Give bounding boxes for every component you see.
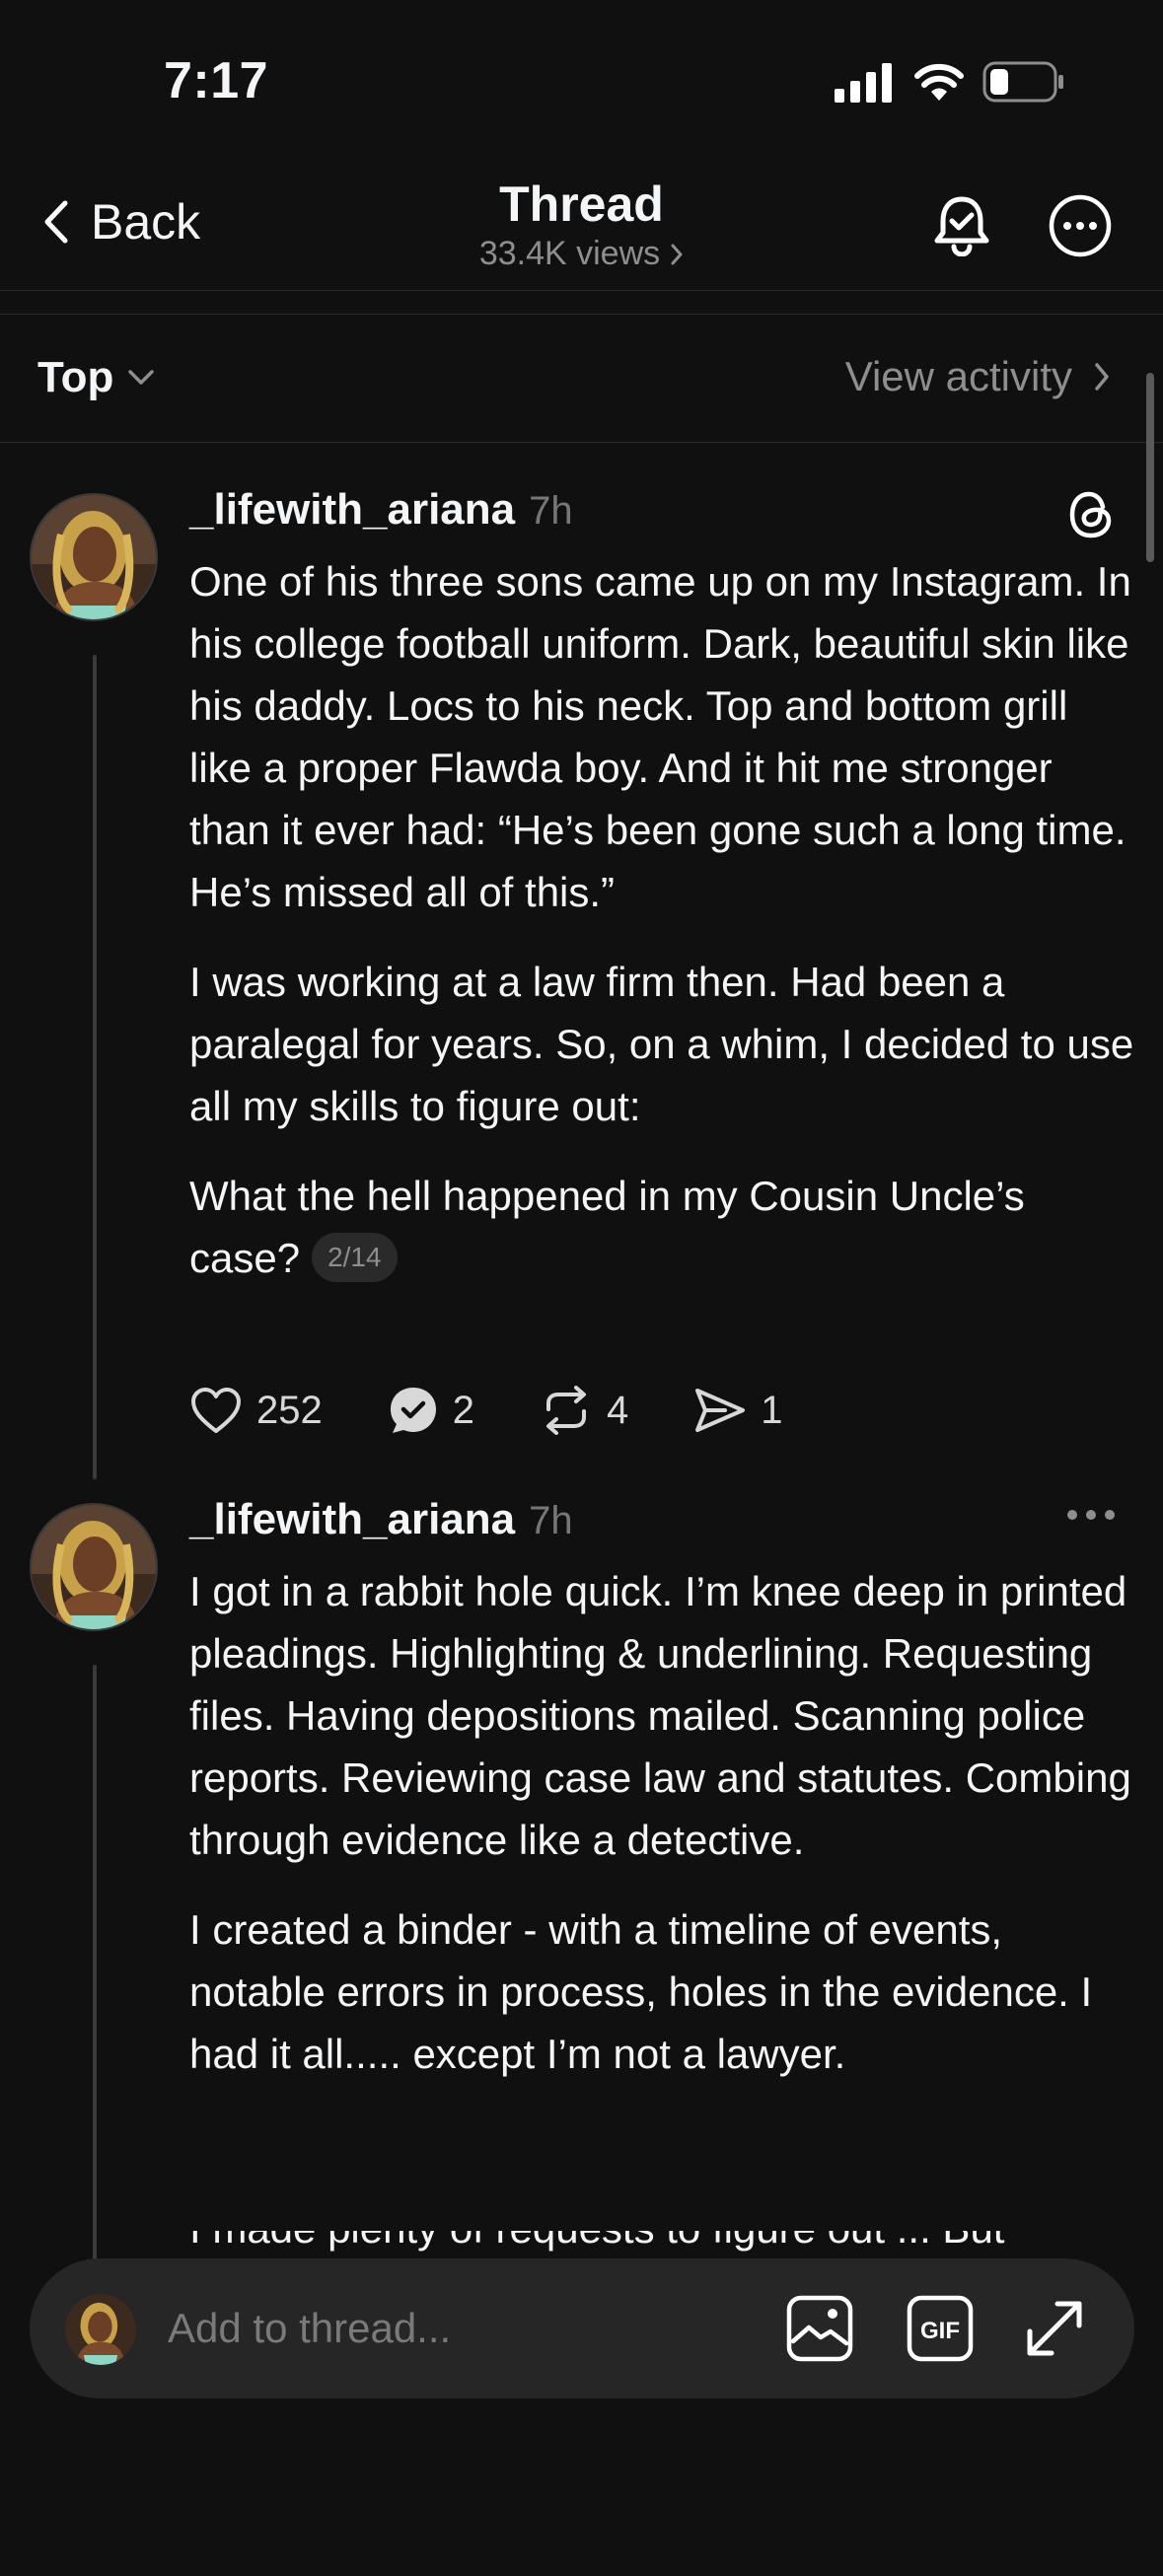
thread-connector-line — [93, 655, 97, 1479]
post-username[interactable]: _lifewith_ariana — [189, 485, 515, 535]
reply-bubble-check-icon — [388, 1385, 439, 1436]
signal-icon — [835, 63, 894, 103]
avatar[interactable] — [30, 1503, 158, 1631]
post-paragraph: One of his three sons came up on my Inst… — [189, 558, 1131, 915]
view-activity-label: View activity — [844, 353, 1072, 399]
threads-logo-icon[interactable] — [1067, 489, 1115, 540]
heart-icon — [189, 1386, 243, 1435]
expand-composer-button[interactable] — [1020, 2294, 1089, 2363]
repost-button[interactable]: 4 — [540, 1386, 628, 1435]
view-activity-button[interactable]: View activity — [845, 353, 1110, 400]
post-paragraph: I was working at a law firm then. Had be… — [189, 959, 1134, 1129]
expand-arrows-icon — [1020, 2294, 1089, 2363]
views-link[interactable]: 33.4K views — [479, 235, 684, 273]
more-circle-icon — [1048, 193, 1113, 258]
more-options-button[interactable] — [1048, 193, 1113, 258]
send-icon — [693, 1386, 747, 1435]
share-button[interactable]: 1 — [693, 1386, 783, 1435]
thread-connector-line — [93, 1665, 97, 2276]
like-count: 252 — [256, 1388, 323, 1432]
attach-image-button[interactable] — [785, 2294, 854, 2363]
repost-count: 4 — [607, 1388, 629, 1432]
sort-label: Top — [37, 353, 114, 401]
divider — [0, 314, 1163, 315]
chevron-right-icon — [670, 243, 684, 266]
scrollbar[interactable] — [1146, 373, 1154, 562]
gif-label: GIF — [920, 2318, 960, 2344]
views-count: 33.4K views — [478, 235, 661, 272]
notification-bell-button[interactable] — [931, 193, 992, 256]
chevron-right-icon — [1094, 362, 1110, 392]
like-button[interactable]: 252 — [189, 1386, 323, 1435]
repost-icon — [540, 1386, 593, 1435]
wifi-icon — [913, 59, 965, 103]
share-count: 1 — [761, 1388, 783, 1432]
add-to-thread-input[interactable] — [168, 2296, 760, 2361]
more-dots-icon — [1065, 1507, 1117, 1523]
post-time: 7h — [529, 1499, 573, 1542]
gif-button[interactable]: GIF — [906, 2294, 975, 2363]
post-paragraph: I created a binder - with a timeline of … — [189, 1906, 1093, 2077]
thread-composer: GIF — [30, 2258, 1134, 2398]
post-actions: 252 2 4 1 — [189, 1385, 848, 1436]
reply-button[interactable]: 2 — [388, 1385, 474, 1436]
post-more-button[interactable] — [1065, 1507, 1117, 1523]
image-icon — [785, 2294, 854, 2363]
reply-count: 2 — [452, 1388, 474, 1432]
status-time: 7:17 — [164, 52, 269, 109]
post-paragraph: I got in a rabbit hole quick. I’m knee d… — [189, 1568, 1131, 1863]
post-paragraph-partial: I made plenty of requests to figure out … — [189, 2231, 1136, 2260]
thread-counter-badge: 2/14 — [312, 1232, 398, 1282]
divider — [0, 442, 1163, 443]
battery-icon — [982, 61, 1065, 103]
chevron-down-icon — [127, 369, 155, 387]
bell-check-icon — [931, 193, 992, 256]
post-time: 7h — [529, 489, 573, 533]
divider — [0, 290, 1163, 291]
avatar[interactable] — [30, 493, 158, 621]
post-username[interactable]: _lifewith_ariana — [189, 1495, 515, 1544]
sort-dropdown[interactable]: Top — [37, 353, 155, 402]
post-content: I got in a rabbit hole quick. I’m knee d… — [189, 1560, 1136, 2112]
post-content: One of his three sons came up on my Inst… — [189, 550, 1136, 1317]
avatar — [65, 2294, 136, 2365]
